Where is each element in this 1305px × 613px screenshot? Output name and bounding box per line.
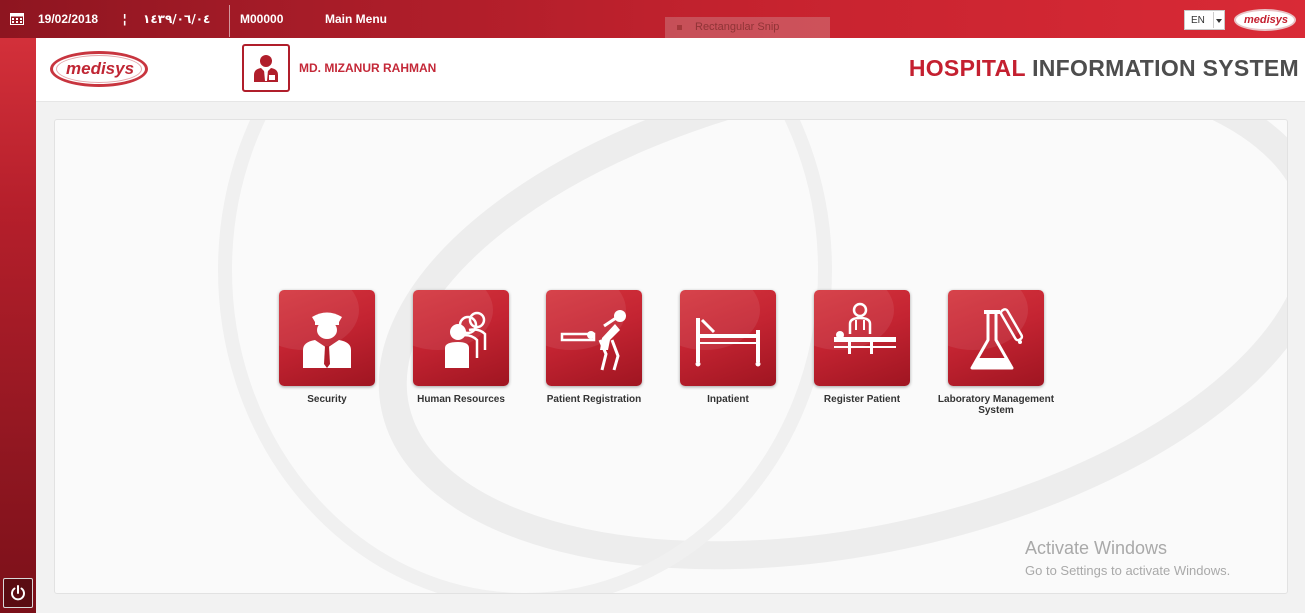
top-bar: 19/02/2018 ¦ ١٤٣٩/٠٦/٠٤ M00000 Main Menu… [0,0,1305,39]
module-register-patient[interactable]: Register Patient [797,290,927,405]
inpatient-tile[interactable] [680,290,776,386]
inpatient-label: Inpatient [707,394,749,405]
language-divider [1213,12,1214,28]
user-icon [254,55,278,82]
register-patient-label: Register Patient [823,394,901,405]
register-patient-tile[interactable] [814,290,910,386]
user-avatar[interactable] [242,44,290,92]
topbar-logo: medisys [1234,9,1296,31]
gregorian-date: 19/02/2018 [38,12,99,26]
module-patient-registration[interactable]: Patient Registration [529,290,659,405]
module-laboratory[interactable]: Laboratory Management System [931,290,1061,416]
laboratory-label: Laboratory Management System [937,394,1055,416]
watermark-subtitle: Go to Settings to activate Windows. [1025,563,1231,578]
title-rest: INFORMATION SYSTEM [1025,55,1299,81]
patient-registration-label: Patient Registration [546,394,642,405]
security-tile[interactable] [279,290,375,386]
app-header: medisys MD. MIZANUR RAHMAN HOSPITAL INFO… [36,38,1305,102]
module-inpatient[interactable]: Inpatient [663,290,793,405]
security-guard-icon [303,312,351,368]
people-group-icon [445,311,487,368]
snip-icon [677,24,682,30]
human-resources-label: Human Resources [417,394,505,405]
laboratory-tile[interactable] [948,290,1044,386]
date-separator: ¦ [123,12,127,26]
module-security[interactable]: Security [262,290,392,405]
logout-button[interactable] [3,578,33,608]
medisys-logo[interactable]: medisys [50,51,148,87]
language-value: EN [1191,15,1205,26]
hijri-date: ١٤٣٩/٠٦/٠٤ [143,12,211,26]
human-resources-tile[interactable] [413,290,509,386]
power-icon [11,585,25,601]
logo-text: medisys [66,59,135,78]
left-sidebar [0,38,36,613]
screen-code: M00000 [240,12,284,26]
watermark-title: Activate Windows [1025,538,1168,558]
windows-watermark: Activate Windows Go to Settings to activ… [1025,538,1230,578]
main-menu-panel: Security Human Resources Patient Registr… [54,119,1288,594]
snip-overlay: Rectangular Snip [665,17,830,39]
doctor-patient-icon [834,302,896,354]
snip-label: Rectangular Snip [695,21,780,33]
security-label: Security [307,394,347,405]
chevron-down-icon [1216,19,1222,23]
title-accent: HOSPITAL [908,55,1026,81]
user-name: MD. MIZANUR RAHMAN [299,61,437,75]
screen-name: Main Menu [325,12,387,26]
calendar-icon [10,13,24,25]
page-title: HOSPITAL INFORMATION SYSTEM [909,55,1299,82]
wheelchair-patient-icon [560,310,626,371]
module-human-resources[interactable]: Human Resources [396,290,526,405]
lab-flask-icon [970,308,1024,370]
language-select[interactable]: EN [1184,10,1225,30]
patient-registration-tile[interactable] [546,290,642,386]
topbar-divider [229,5,230,37]
hospital-bed-icon [695,318,761,367]
topbar-logo-text: medisys [1244,14,1289,26]
